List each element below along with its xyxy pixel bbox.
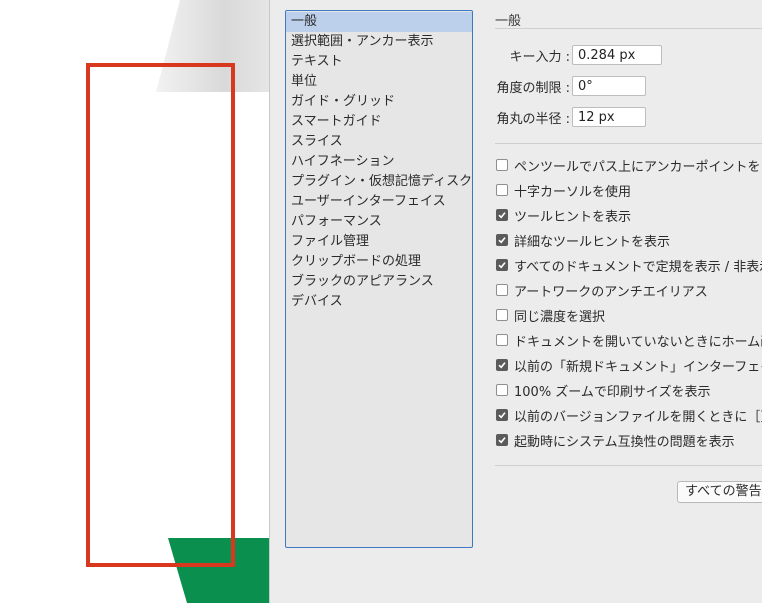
keyboard-increment-label: キー入力 : [509, 50, 570, 65]
option-label: ツールヒントを表示 [514, 210, 632, 225]
divider [495, 28, 762, 29]
option-checkbox[interactable] [496, 434, 508, 446]
option-checkbox[interactable] [496, 159, 508, 171]
checkmark-icon [498, 362, 506, 369]
option-checkbox[interactable] [496, 234, 508, 246]
keyboard-increment-input[interactable] [572, 45, 662, 65]
checkmark-icon [498, 412, 506, 419]
option-label: 以前のバージョンファイルを開くときに［更 [514, 410, 762, 425]
keyboard-increment-row: キー入力 : [495, 44, 762, 66]
divider [495, 465, 762, 466]
preferences-dialog: 一般 選択範囲・アンカー表示 テキスト 単位 ガイド・グリッド スマートガイド スライス ハイ… [269, 0, 762, 603]
category-item[interactable]: 選択範囲・アンカー表示 [286, 32, 472, 52]
artboard-canvas [0, 0, 270, 603]
constrain-angle-label: 角度の制限 : [496, 81, 570, 96]
checkmark-icon [498, 437, 506, 444]
category-item[interactable]: スライス [286, 132, 472, 152]
option-checkbox[interactable] [496, 409, 508, 421]
corner-radius-input[interactable] [572, 107, 646, 127]
category-item[interactable]: テキスト [286, 52, 472, 72]
option-checkbox[interactable] [496, 209, 508, 221]
checkmark-icon [498, 237, 506, 244]
category-item[interactable]: スマートガイド [286, 112, 472, 132]
category-item[interactable]: プラグイン・仮想記憶ディスク [286, 172, 472, 192]
option-checkbox[interactable] [496, 184, 508, 196]
constrain-angle-input[interactable] [572, 76, 646, 96]
option-checkbox[interactable] [496, 259, 508, 271]
category-item[interactable]: デバイス [286, 292, 472, 312]
option-label: 同じ濃度を選択 [514, 310, 606, 325]
corner-radius-label: 角丸の半径 : [496, 112, 570, 127]
reset-all-warnings-button[interactable]: すべての警告 [677, 481, 762, 503]
checkmark-icon [498, 262, 506, 269]
option-label: ドキュメントを開いていないときにホーム画 [514, 335, 762, 350]
option-label: ペンツールでパス上にアンカーポイントを自 [514, 160, 762, 175]
option-label: アートワークのアンチエイリアス [514, 285, 708, 300]
option-label: 以前の「新規ドキュメント」インターフェイ [514, 360, 762, 375]
option-checkbox[interactable] [496, 309, 508, 321]
corner-radius-row: 角丸の半径 : [495, 106, 762, 128]
category-item[interactable]: ガイド・グリッド [286, 92, 472, 112]
green-shape [168, 538, 270, 603]
general-settings-pane: 一般 キー入力 : 角度の制限 : 角丸の半径 : ペンツールでパス上にアンカーポイ… [495, 0, 762, 603]
section-title: 一般 [495, 14, 522, 29]
checkmark-icon [498, 212, 506, 219]
option-label: すべてのドキュメントで定規を表示 / 非表示 [514, 260, 762, 275]
grey-shape [156, 0, 270, 92]
category-list[interactable]: 一般 選択範囲・アンカー表示 テキスト 単位 ガイド・グリッド スマートガイド スライス ハイ… [285, 10, 473, 548]
category-item[interactable]: ユーザーインターフェイス [286, 192, 472, 212]
option-label: 起動時にシステム互換性の問題を表示 [514, 435, 735, 450]
option-checkbox[interactable] [496, 284, 508, 296]
divider [495, 143, 762, 144]
highlight-frame [86, 63, 235, 567]
constrain-angle-row: 角度の制限 : [495, 75, 762, 97]
option-checkbox[interactable] [496, 384, 508, 396]
option-label: 十字カーソルを使用 [514, 185, 632, 200]
category-item[interactable]: ハイフネーション [286, 152, 472, 172]
category-item[interactable]: パフォーマンス [286, 212, 472, 232]
option-checkbox[interactable] [496, 359, 508, 371]
category-item[interactable]: クリップボードの処理 [286, 252, 472, 272]
category-item[interactable]: 一般 [286, 12, 472, 32]
option-label: 詳細なツールヒントを表示 [514, 235, 671, 250]
category-item[interactable]: 単位 [286, 72, 472, 92]
category-item[interactable]: ブラックのアピアランス [286, 272, 472, 292]
category-item[interactable]: ファイル管理 [286, 232, 472, 252]
option-label: 100% ズームで印刷サイズを表示 [514, 385, 711, 400]
option-checkbox[interactable] [496, 334, 508, 346]
